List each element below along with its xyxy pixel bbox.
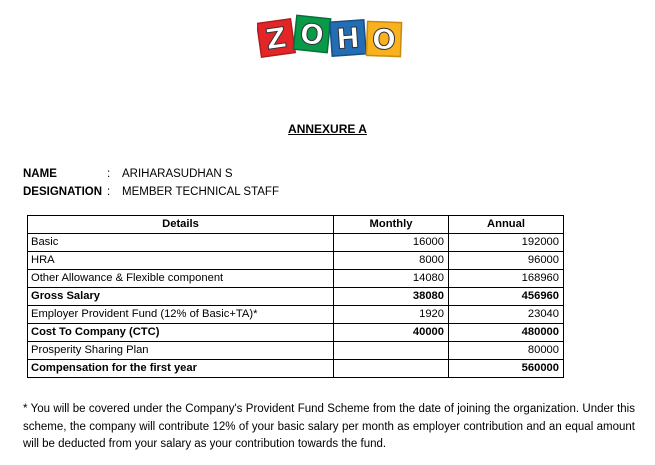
name-row: NAME : ARIHARASUDHAN S (23, 165, 279, 183)
header-details: Details (27, 215, 334, 234)
salary-table: Details Monthly Annual Basic 16000 192000 H… (27, 215, 564, 378)
salary-table-body: Basic 16000 192000 HRA 8000 96000 Other Allowa… (27, 233, 564, 378)
table-row: Employer Provident Fund (12% of Basic+TA… (27, 305, 564, 324)
logo-tile-h: H (329, 19, 367, 57)
row-monthly-cell: 1920 (333, 305, 449, 324)
designation-label: DESIGNATION (23, 186, 103, 198)
row-monthly-cell (333, 359, 449, 378)
svg-text:O: O (372, 23, 397, 57)
table-row: Basic 16000 192000 (27, 233, 564, 252)
row-details-cell: Basic (27, 233, 334, 252)
designation-row: DESIGNATION : MEMBER TECHNICAL STAFF (23, 183, 279, 201)
table-row: HRA 8000 96000 (27, 251, 564, 270)
logo-tile-o2: O (365, 20, 403, 58)
employee-info: NAME : ARIHARASUDHAN S DESIGNATION : MEM… (23, 165, 279, 201)
name-colon: : (107, 168, 111, 180)
row-annual-cell: 456960 (448, 287, 564, 306)
row-annual-cell: 96000 (448, 251, 564, 270)
name-label: NAME (23, 168, 57, 180)
row-annual-cell: 23040 (448, 305, 564, 324)
row-monthly-cell (333, 341, 449, 360)
row-monthly-cell: 38080 (333, 287, 449, 306)
row-annual-cell: 80000 (448, 341, 564, 360)
row-details-cell: HRA (27, 251, 334, 270)
row-details-cell: Cost To Company (CTC) (27, 323, 334, 342)
row-monthly-cell: 14080 (333, 269, 449, 288)
zoho-logo: Z O H O (257, 14, 403, 59)
row-details-cell: Compensation for the first year (27, 359, 334, 378)
designation-colon: : (107, 186, 111, 198)
row-monthly-cell: 16000 (333, 233, 449, 252)
svg-text:O: O (298, 17, 325, 52)
logo-tile-z: Z (257, 17, 297, 59)
designation-value: MEMBER TECHNICAL STAFF (122, 186, 279, 198)
provident-fund-footnote: * You will be covered under the Company'… (23, 403, 635, 450)
row-monthly-cell: 40000 (333, 323, 449, 342)
row-annual-cell: 192000 (448, 233, 564, 252)
table-row: Cost To Company (CTC) 40000 480000 (27, 323, 564, 342)
name-value: ARIHARASUDHAN S (122, 168, 233, 180)
row-annual-cell: 560000 (448, 359, 564, 378)
header-monthly: Monthly (333, 215, 449, 234)
header-annual: Annual (448, 215, 564, 234)
row-details-cell: Gross Salary (27, 287, 334, 306)
table-row: Compensation for the first year 560000 (27, 359, 564, 378)
logo-tile-o1: O (292, 14, 332, 54)
row-annual-cell: 480000 (448, 323, 564, 342)
row-annual-cell: 168960 (448, 269, 564, 288)
annexure-title: ANNEXURE A (288, 122, 367, 136)
row-details-cell: Employer Provident Fund (12% of Basic+TA… (27, 305, 334, 324)
table-header-row: Details Monthly Annual (27, 215, 564, 234)
table-row: Other Allowance & Flexible component 1408… (27, 269, 564, 288)
row-details-cell: Prosperity Sharing Plan (27, 341, 334, 360)
svg-text:H: H (335, 21, 361, 56)
row-details-cell: Other Allowance & Flexible component (27, 269, 334, 288)
table-row: Gross Salary 38080 456960 (27, 287, 564, 306)
row-monthly-cell: 8000 (333, 251, 449, 270)
table-row: Prosperity Sharing Plan 80000 (27, 341, 564, 360)
